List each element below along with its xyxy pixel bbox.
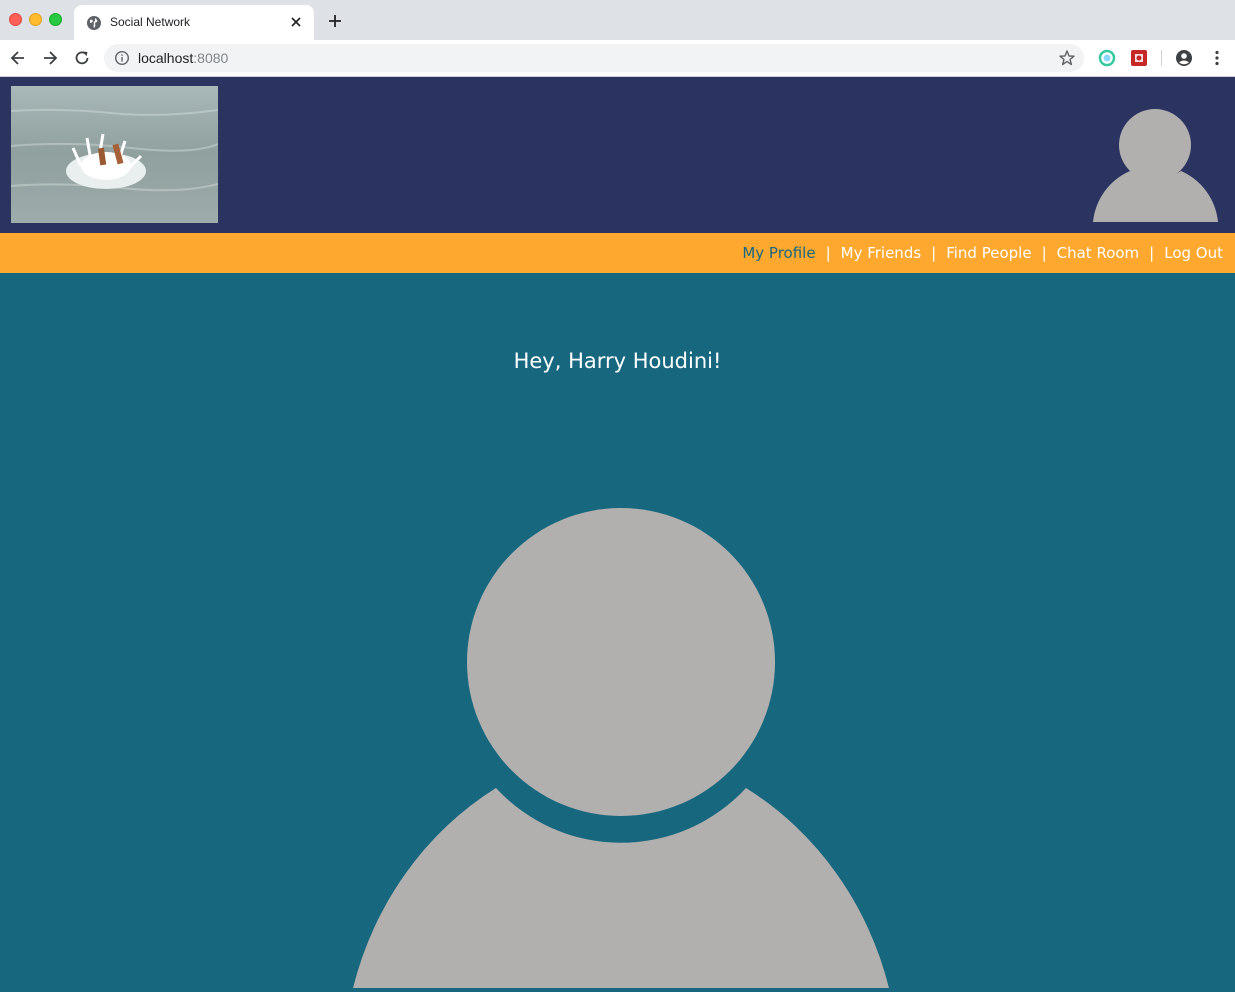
url-host: localhost bbox=[138, 50, 194, 66]
main-content: Hey, Harry Houdini! bbox=[0, 273, 1235, 992]
account-icon[interactable] bbox=[1175, 49, 1193, 67]
nav-find-people[interactable]: Find People bbox=[946, 244, 1031, 262]
plus-icon[interactable] bbox=[326, 12, 344, 30]
header-avatar[interactable] bbox=[1092, 105, 1219, 222]
globe-icon bbox=[87, 16, 101, 30]
site-header bbox=[0, 77, 1235, 233]
address-bar[interactable]: localhost:8080 bbox=[104, 44, 1084, 72]
toolbar-divider bbox=[1161, 50, 1162, 66]
window-maximize-button[interactable] bbox=[49, 13, 62, 26]
browser-tab[interactable]: Social Network bbox=[74, 5, 314, 40]
main-navbar: My Profile | My Friends | Find People | … bbox=[0, 233, 1235, 273]
nav-separator: | bbox=[825, 244, 831, 262]
nav-chat-room[interactable]: Chat Room bbox=[1057, 244, 1140, 262]
window-close-button[interactable] bbox=[9, 13, 22, 26]
extension-badge-icon[interactable] bbox=[1130, 49, 1148, 67]
reload-icon[interactable] bbox=[73, 49, 91, 67]
nav-separator: | bbox=[1041, 244, 1047, 262]
nav-log-out[interactable]: Log Out bbox=[1164, 244, 1223, 262]
nav-links: My Profile | My Friends | Find People | … bbox=[742, 233, 1223, 273]
back-arrow-icon[interactable] bbox=[9, 49, 27, 67]
extension-ring-icon[interactable] bbox=[1098, 49, 1116, 67]
window-minimize-button[interactable] bbox=[29, 13, 42, 26]
greeting-heading: Hey, Harry Houdini! bbox=[513, 349, 722, 373]
forward-arrow-icon[interactable] bbox=[41, 49, 59, 67]
browser-toolbar: localhost:8080 bbox=[0, 40, 1235, 77]
logo-image[interactable] bbox=[11, 86, 218, 223]
nav-separator: | bbox=[1149, 244, 1155, 262]
browser-tabstrip: Social Network bbox=[0, 0, 1235, 40]
nav-my-profile[interactable]: My Profile bbox=[742, 244, 815, 262]
kebab-menu-icon[interactable] bbox=[1208, 49, 1226, 67]
url-port: :8080 bbox=[193, 50, 229, 66]
nav-separator: | bbox=[931, 244, 937, 262]
tab-title: Social Network bbox=[110, 15, 191, 29]
profile-avatar[interactable] bbox=[351, 508, 891, 988]
info-icon[interactable] bbox=[114, 50, 130, 66]
bookmark-star-icon[interactable] bbox=[1058, 49, 1076, 67]
close-icon[interactable] bbox=[288, 14, 304, 30]
nav-my-friends[interactable]: My Friends bbox=[841, 244, 922, 262]
url-text: localhost:8080 bbox=[138, 50, 228, 66]
